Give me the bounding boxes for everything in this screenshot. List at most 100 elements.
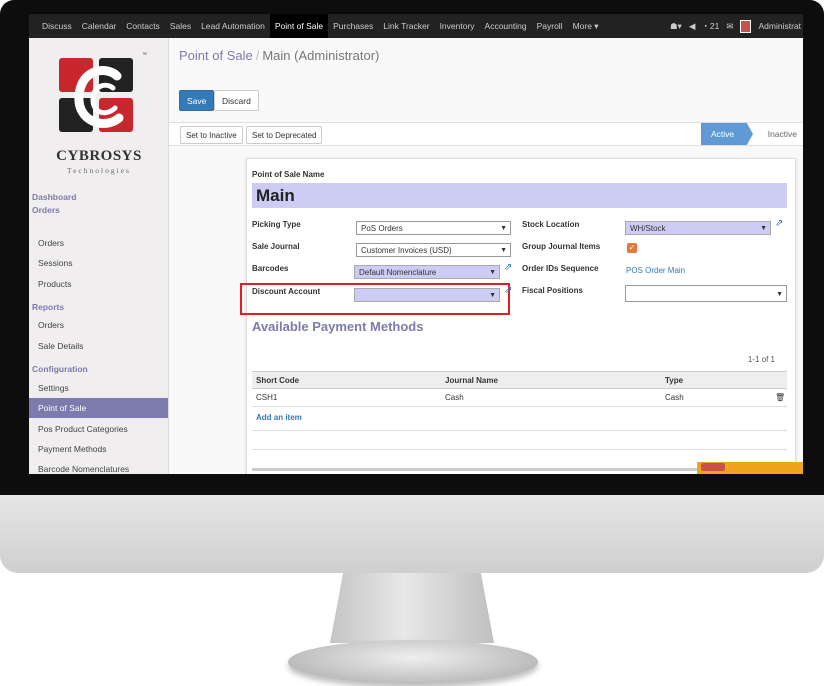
sidebar-section-dashboard[interactable]: Dashboard xyxy=(32,192,76,202)
menu-more[interactable]: More ▾ xyxy=(568,14,604,38)
brand-name: CYBROSYS xyxy=(56,148,142,164)
user-name[interactable]: Administrat xyxy=(758,21,801,31)
group-journal-label: Group Journal Items xyxy=(522,242,601,251)
main-content: Point of Sale / Main (Administrator) Save … xyxy=(169,38,803,474)
caret-down-icon: ▼ xyxy=(500,225,507,232)
menu-lead-automation[interactable]: Lead Automation xyxy=(196,14,270,38)
sidebar-item-point-of-sale[interactable]: Point of Sale xyxy=(29,398,168,418)
brand-subtitle: Technologies xyxy=(67,166,131,175)
breadcrumb-parent[interactable]: Point of Sale xyxy=(179,48,253,63)
sidebar-item-settings[interactable]: Settings xyxy=(29,378,168,398)
menu-accounting[interactable]: Accounting xyxy=(480,14,532,38)
menu-sales[interactable]: Sales xyxy=(165,14,196,38)
pager[interactable]: 1-1 of 1 xyxy=(748,355,775,364)
clock-icon: ◔ xyxy=(702,21,708,31)
divider xyxy=(252,449,787,450)
top-menu-bar: Discuss Calendar Contacts Sales Lead Aut… xyxy=(29,14,803,38)
menu-inventory[interactable]: Inventory xyxy=(435,14,480,38)
barcodes-label: Barcodes xyxy=(252,264,289,273)
chat-icon[interactable]: ✉ xyxy=(726,21,733,32)
avatar[interactable] xyxy=(740,19,752,33)
trash-icon[interactable]: 🗑 xyxy=(775,389,785,407)
sidebar-item-products[interactable]: Products xyxy=(29,274,168,294)
breadcrumb-current: Main (Administrator) xyxy=(262,48,380,63)
menu-purchases[interactable]: Purchases xyxy=(328,14,378,38)
sign-out-icon[interactable]: ◀ xyxy=(689,21,696,32)
name-label: Point of Sale Name xyxy=(252,170,325,179)
sale-journal-label: Sale Journal xyxy=(252,242,300,251)
app-menu: Discuss Calendar Contacts Sales Lead Aut… xyxy=(37,14,604,38)
column-header-short-code[interactable]: Short Code xyxy=(256,372,299,390)
set-inactive-button[interactable]: Set to Inactive xyxy=(180,126,243,144)
caret-down-icon: ▼ xyxy=(489,269,496,276)
column-header-type[interactable]: Type xyxy=(665,372,683,390)
add-item-link[interactable]: Add an item xyxy=(256,413,302,422)
save-button[interactable]: Save xyxy=(179,90,215,111)
monitor-stand-base xyxy=(288,640,538,684)
barcodes-select[interactable]: Default Nomenclature ▼ xyxy=(354,265,500,279)
check-icon: ✓ xyxy=(628,243,636,252)
caret-down-icon: ▼ xyxy=(776,291,783,298)
chat-tab[interactable] xyxy=(697,462,803,474)
set-deprecated-button[interactable]: Set to Deprecated xyxy=(246,126,323,144)
sidebar-item-sale-details[interactable]: Sale Details xyxy=(29,336,168,356)
sale-journal-value: Customer Invoices (USD) xyxy=(361,246,452,255)
cybrosys-logo-icon: ™ xyxy=(59,52,147,140)
sidebar-section-orders[interactable]: Orders xyxy=(32,205,60,215)
sidebar-section-configuration[interactable]: Configuration xyxy=(32,364,88,374)
external-link-icon[interactable]: ⇗ xyxy=(504,285,512,296)
fiscal-positions-select[interactable]: ▼ xyxy=(625,285,787,302)
cell-journal-name: Cash xyxy=(445,393,464,402)
sidebar-item-barcode-nomenclatures[interactable]: Barcode Nomenclatures xyxy=(29,459,168,474)
status-bar: Set to Inactive Set to Deprecated Active… xyxy=(169,122,803,146)
menu-payroll[interactable]: Payroll xyxy=(532,14,568,38)
stock-location-label: Stock Location xyxy=(522,220,580,229)
external-link-icon[interactable]: ⇗ xyxy=(775,218,783,229)
discard-button[interactable]: Discard xyxy=(214,90,259,111)
stock-location-select[interactable]: WH/Stock ▼ xyxy=(625,221,771,235)
sidebar-item-report-orders[interactable]: Orders xyxy=(29,315,168,335)
breadcrumb: Point of Sale / Main (Administrator) xyxy=(179,48,379,63)
stage-inactive[interactable]: Inactive xyxy=(768,123,797,145)
menu-contacts[interactable]: Contacts xyxy=(121,14,165,38)
sidebar: ™ CYBROSYS Technologies Dashboard Orders… xyxy=(29,38,169,474)
payment-methods-title: Available Payment Methods xyxy=(252,319,424,334)
sidebar-item-payment-methods[interactable]: Payment Methods xyxy=(29,439,168,459)
stage-active[interactable]: Active xyxy=(701,123,753,145)
cell-type: Cash xyxy=(665,393,684,402)
menu-link-tracker[interactable]: Link Tracker xyxy=(378,14,434,38)
caret-down-icon: ▼ xyxy=(500,247,507,254)
systray: ☗▾ ◀ ◔ 21 ✉ Administrat xyxy=(670,14,803,38)
sale-journal-select[interactable]: Customer Invoices (USD) ▼ xyxy=(356,243,511,257)
bug-icon[interactable]: ☗▾ xyxy=(670,21,682,32)
monitor-stand-neck xyxy=(330,573,494,643)
messages-counter[interactable]: ◔ 21 xyxy=(702,21,719,31)
monitor-chin xyxy=(0,495,824,573)
picking-type-select[interactable]: PoS Orders ▼ xyxy=(356,221,511,235)
caret-down-icon: ▼ xyxy=(489,292,496,299)
picking-type-value: PoS Orders xyxy=(361,224,403,233)
sidebar-item-orders[interactable]: Orders xyxy=(29,233,168,253)
picking-type-label: Picking Type xyxy=(252,220,301,229)
caret-down-icon: ▼ xyxy=(760,225,767,232)
discount-account-select[interactable]: ▼ xyxy=(354,288,500,302)
sidebar-section-reports[interactable]: Reports xyxy=(32,302,64,312)
order-ids-link[interactable]: POS Order Main xyxy=(626,266,685,275)
divider xyxy=(252,430,787,431)
menu-point-of-sale[interactable]: Point of Sale xyxy=(269,14,329,38)
name-input[interactable]: Main xyxy=(252,183,787,208)
column-header-journal-name[interactable]: Journal Name xyxy=(445,372,498,390)
menu-discuss[interactable]: Discuss xyxy=(37,14,77,38)
fiscal-positions-label: Fiscal Positions xyxy=(522,286,583,295)
group-journal-checkbox[interactable]: ✓ xyxy=(627,243,637,253)
table-row[interactable]: CSH1 Cash Cash 🗑 xyxy=(252,389,787,407)
sidebar-item-sessions[interactable]: Sessions xyxy=(29,253,168,273)
external-link-icon[interactable]: ⇗ xyxy=(504,262,512,273)
chat-badge-icon xyxy=(701,463,725,471)
breadcrumb-separator: / xyxy=(255,48,260,63)
order-ids-label: Order IDs Sequence xyxy=(522,264,599,273)
messages-count: 21 xyxy=(709,21,720,31)
menu-calendar[interactable]: Calendar xyxy=(77,14,122,38)
sidebar-item-pos-product-categories[interactable]: Pos Product Categories xyxy=(29,419,168,439)
discount-account-label: Discount Account xyxy=(252,287,321,296)
